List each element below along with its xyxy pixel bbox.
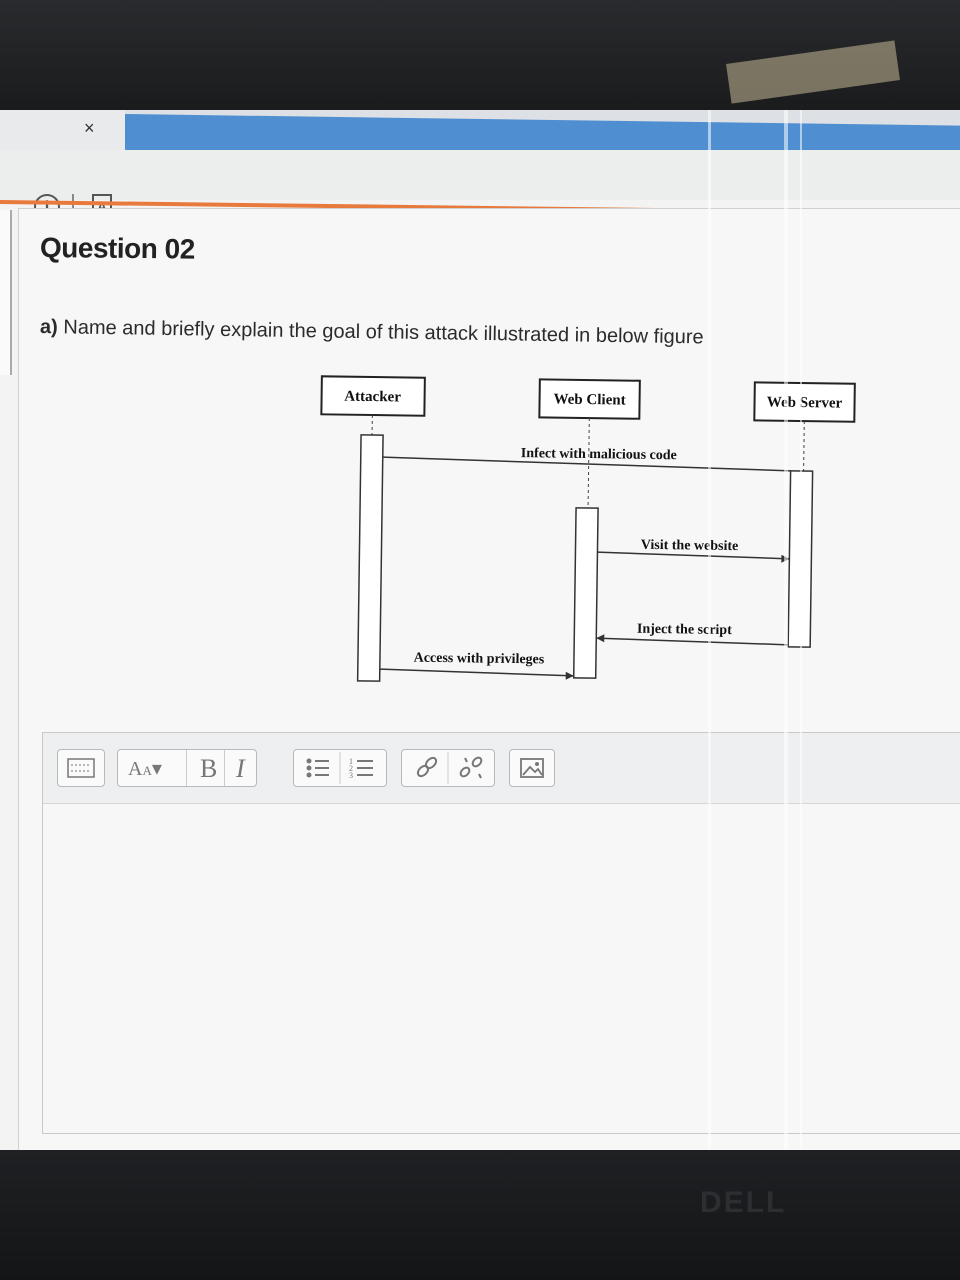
browser-toolbar: i A <box>0 150 960 222</box>
question-title: Question 02 <box>39 232 195 265</box>
numbered-list-icon[interactable]: 123 <box>349 757 373 780</box>
activation-web-client <box>572 507 599 679</box>
answer-editor: AA▾ B I 123 <box>42 732 960 1134</box>
message-inject: Inject the script <box>637 622 732 638</box>
link-icon[interactable] <box>416 756 438 778</box>
screen-glare <box>800 110 802 1150</box>
bullet-list-icon[interactable] <box>306 758 330 778</box>
editor-toolbar: AA▾ B I 123 <box>43 733 960 804</box>
lifeline-web-server <box>803 421 805 472</box>
actor-web-server: Web Server <box>767 395 843 412</box>
message-access: Access with privileges <box>414 651 545 668</box>
close-icon[interactable]: × <box>84 118 95 139</box>
unlink-icon[interactable] <box>459 756 483 779</box>
format-group: AA▾ B I <box>117 749 257 787</box>
screen: × i A Question 02 a) Name and briefly ex… <box>0 110 960 1150</box>
browser-tab[interactable]: × <box>0 110 125 150</box>
italic-icon[interactable]: I <box>236 754 245 784</box>
screen-glare <box>784 110 788 1150</box>
message-visit: Visit the website <box>641 538 739 554</box>
svg-text:3: 3 <box>349 771 353 780</box>
activation-attacker <box>356 434 384 682</box>
list-group: 123 <box>293 749 387 787</box>
sidebar-edge <box>0 210 12 375</box>
bold-icon[interactable]: B <box>200 754 217 784</box>
monitor-bezel-bottom <box>0 1150 960 1280</box>
format-divider <box>186 750 187 786</box>
screen-glare <box>708 110 711 1150</box>
arrowhead-access <box>565 671 574 680</box>
toolbar-toggle-icon[interactable] <box>57 749 105 787</box>
lifeline-web-client <box>587 418 590 509</box>
message-line-inject <box>596 637 789 646</box>
arrowhead-inject <box>596 634 605 643</box>
actor-attacker: Attacker <box>344 389 401 406</box>
font-size-icon[interactable]: AA▾ <box>128 756 162 781</box>
brand-logo: DELL <box>700 1186 787 1219</box>
answer-text-area[interactable] <box>43 804 960 1133</box>
message-infect: Infect with malicious code <box>521 446 677 463</box>
question-part-label: a) <box>39 316 58 339</box>
format-divider <box>224 750 225 786</box>
link-group <box>401 749 495 787</box>
sequence-diagram: Attacker Web Client Web Server Infect wi… <box>320 375 856 682</box>
actor-web-client: Web Client <box>553 392 625 409</box>
image-icon[interactable] <box>509 749 555 787</box>
message-line-access <box>379 668 574 677</box>
